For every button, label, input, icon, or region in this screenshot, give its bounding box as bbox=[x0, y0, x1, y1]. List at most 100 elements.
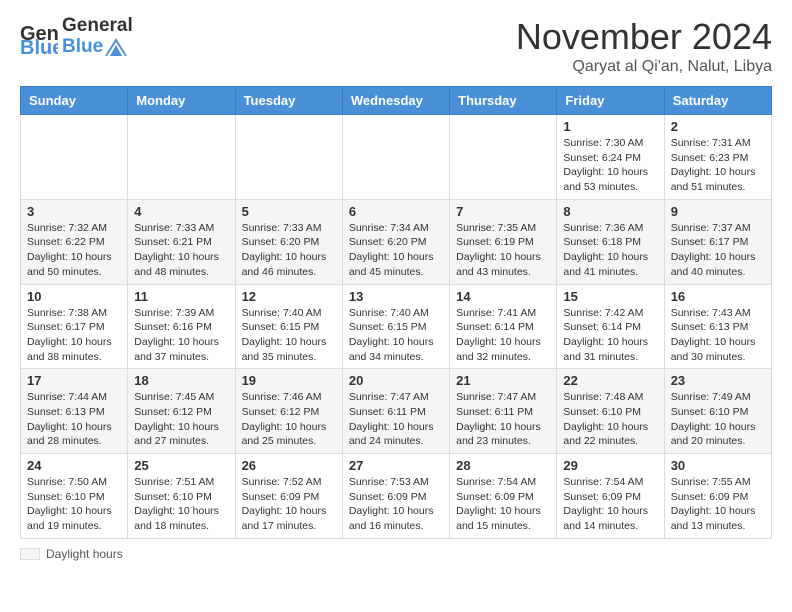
calendar-cell: 17 Sunrise: 7:44 AM Sunset: 6:13 PM Dayli… bbox=[21, 369, 128, 454]
day-info: Sunrise: 7:38 AM Sunset: 6:17 PM Dayligh… bbox=[27, 306, 121, 365]
calendar-cell: 28 Sunrise: 7:54 AM Sunset: 6:09 PM Dayli… bbox=[450, 454, 557, 539]
day-info: Sunrise: 7:30 AM Sunset: 6:24 PM Dayligh… bbox=[563, 136, 657, 195]
calendar-week-2: 10 Sunrise: 7:38 AM Sunset: 6:17 PM Dayli… bbox=[21, 284, 772, 369]
day-number: 28 bbox=[456, 458, 550, 473]
day-number: 29 bbox=[563, 458, 657, 473]
day-number: 8 bbox=[563, 204, 657, 219]
logo-arrow-icon bbox=[105, 38, 127, 56]
calendar-cell bbox=[342, 115, 449, 200]
calendar-cell: 18Sunrise: 7:45 AM Sunset: 6:12 PM Dayli… bbox=[128, 369, 235, 454]
col-monday: Monday bbox=[128, 87, 235, 115]
day-number: 13 bbox=[349, 289, 443, 304]
day-info: Sunrise: 7:47 AM Sunset: 6:11 PM Dayligh… bbox=[349, 390, 443, 449]
day-info: Sunrise: 7:55 AM Sunset: 6:09 PM Dayligh… bbox=[671, 475, 765, 534]
month-title: November 2024 bbox=[516, 16, 772, 58]
calendar-cell: 4Sunrise: 7:33 AM Sunset: 6:21 PM Daylig… bbox=[128, 199, 235, 284]
day-number: 22 bbox=[563, 373, 657, 388]
col-sunday: Sunday bbox=[21, 87, 128, 115]
col-thursday: Thursday bbox=[450, 87, 557, 115]
day-info: Sunrise: 7:47 AM Sunset: 6:11 PM Dayligh… bbox=[456, 390, 550, 449]
day-info: Sunrise: 7:48 AM Sunset: 6:10 PM Dayligh… bbox=[563, 390, 657, 449]
calendar-cell: 29 Sunrise: 7:54 AM Sunset: 6:09 PM Dayli… bbox=[557, 454, 664, 539]
day-info: Sunrise: 7:32 AM Sunset: 6:22 PM Dayligh… bbox=[27, 221, 121, 280]
calendar-cell: 15Sunrise: 7:42 AM Sunset: 6:14 PM Dayli… bbox=[557, 284, 664, 369]
calendar-cell: 19Sunrise: 7:46 AM Sunset: 6:12 PM Dayli… bbox=[235, 369, 342, 454]
day-info: Sunrise: 7:42 AM Sunset: 6:14 PM Dayligh… bbox=[563, 306, 657, 365]
calendar-cell: 25Sunrise: 7:51 AM Sunset: 6:10 PM Dayli… bbox=[128, 454, 235, 539]
page-container: General Blue General Blue bbox=[0, 0, 792, 577]
legend: Daylight hours bbox=[20, 547, 772, 561]
day-info: Sunrise: 7:39 AM Sunset: 6:16 PM Dayligh… bbox=[134, 306, 228, 365]
day-number: 24 bbox=[27, 458, 121, 473]
calendar-cell bbox=[235, 115, 342, 200]
day-number: 23 bbox=[671, 373, 765, 388]
calendar-cell: 2Sunrise: 7:31 AM Sunset: 6:23 PM Daylig… bbox=[664, 115, 771, 200]
day-number: 7 bbox=[456, 204, 550, 219]
calendar-body: 1 Sunrise: 7:30 AM Sunset: 6:24 PM Daylig… bbox=[21, 115, 772, 539]
day-number: 27 bbox=[349, 458, 443, 473]
day-number: 11 bbox=[134, 289, 228, 304]
day-info: Sunrise: 7:44 AM Sunset: 6:13 PM Dayligh… bbox=[27, 390, 121, 449]
logo-blue: Blue bbox=[62, 37, 103, 58]
calendar-cell: 20Sunrise: 7:47 AM Sunset: 6:11 PM Dayli… bbox=[342, 369, 449, 454]
calendar-cell: 7 Sunrise: 7:35 AM Sunset: 6:19 PM Daylig… bbox=[450, 199, 557, 284]
calendar-cell: 13 Sunrise: 7:40 AM Sunset: 6:15 PM Dayli… bbox=[342, 284, 449, 369]
day-info: Sunrise: 7:54 AM Sunset: 6:09 PM Dayligh… bbox=[563, 475, 657, 534]
col-friday: Friday bbox=[557, 87, 664, 115]
calendar-cell bbox=[21, 115, 128, 200]
logo-general: General bbox=[62, 16, 133, 37]
calendar-cell: 23 Sunrise: 7:49 AM Sunset: 6:10 PM Dayli… bbox=[664, 369, 771, 454]
calendar-cell: 3 Sunrise: 7:32 AM Sunset: 6:22 PM Daylig… bbox=[21, 199, 128, 284]
day-number: 14 bbox=[456, 289, 550, 304]
day-number: 30 bbox=[671, 458, 765, 473]
day-number: 3 bbox=[27, 204, 121, 219]
day-number: 12 bbox=[242, 289, 336, 304]
calendar-week-3: 17 Sunrise: 7:44 AM Sunset: 6:13 PM Dayli… bbox=[21, 369, 772, 454]
day-number: 17 bbox=[27, 373, 121, 388]
day-info: Sunrise: 7:40 AM Sunset: 6:15 PM Dayligh… bbox=[242, 306, 336, 365]
calendar-cell: 26Sunrise: 7:52 AM Sunset: 6:09 PM Dayli… bbox=[235, 454, 342, 539]
legend-box bbox=[20, 548, 40, 560]
header-row: Sunday Monday Tuesday Wednesday Thursday… bbox=[21, 87, 772, 115]
calendar-cell bbox=[128, 115, 235, 200]
logo: General Blue General Blue bbox=[20, 16, 133, 58]
calendar-cell: 21 Sunrise: 7:47 AM Sunset: 6:11 PM Dayli… bbox=[450, 369, 557, 454]
calendar-cell: 5 Sunrise: 7:33 AM Sunset: 6:20 PM Daylig… bbox=[235, 199, 342, 284]
day-info: Sunrise: 7:52 AM Sunset: 6:09 PM Dayligh… bbox=[242, 475, 336, 534]
logo-icon: General Blue bbox=[20, 18, 58, 56]
day-info: Sunrise: 7:41 AM Sunset: 6:14 PM Dayligh… bbox=[456, 306, 550, 365]
day-number: 1 bbox=[563, 119, 657, 134]
day-number: 6 bbox=[349, 204, 443, 219]
calendar-cell: 12 Sunrise: 7:40 AM Sunset: 6:15 PM Dayli… bbox=[235, 284, 342, 369]
svg-text:Blue: Blue bbox=[20, 37, 58, 56]
day-info: Sunrise: 7:33 AM Sunset: 6:20 PM Dayligh… bbox=[242, 221, 336, 280]
day-number: 19 bbox=[242, 373, 336, 388]
calendar-week-4: 24 Sunrise: 7:50 AM Sunset: 6:10 PM Dayli… bbox=[21, 454, 772, 539]
day-info: Sunrise: 7:50 AM Sunset: 6:10 PM Dayligh… bbox=[27, 475, 121, 534]
day-info: Sunrise: 7:40 AM Sunset: 6:15 PM Dayligh… bbox=[349, 306, 443, 365]
calendar-cell: 9Sunrise: 7:37 AM Sunset: 6:17 PM Daylig… bbox=[664, 199, 771, 284]
day-info: Sunrise: 7:31 AM Sunset: 6:23 PM Dayligh… bbox=[671, 136, 765, 195]
day-info: Sunrise: 7:54 AM Sunset: 6:09 PM Dayligh… bbox=[456, 475, 550, 534]
calendar-week-0: 1 Sunrise: 7:30 AM Sunset: 6:24 PM Daylig… bbox=[21, 115, 772, 200]
day-number: 5 bbox=[242, 204, 336, 219]
day-info: Sunrise: 7:53 AM Sunset: 6:09 PM Dayligh… bbox=[349, 475, 443, 534]
day-number: 4 bbox=[134, 204, 228, 219]
calendar-cell: 6Sunrise: 7:34 AM Sunset: 6:20 PM Daylig… bbox=[342, 199, 449, 284]
calendar-cell: 11 Sunrise: 7:39 AM Sunset: 6:16 PM Dayli… bbox=[128, 284, 235, 369]
day-number: 9 bbox=[671, 204, 765, 219]
calendar-header: Sunday Monday Tuesday Wednesday Thursday… bbox=[21, 87, 772, 115]
day-number: 21 bbox=[456, 373, 550, 388]
calendar-week-1: 3 Sunrise: 7:32 AM Sunset: 6:22 PM Daylig… bbox=[21, 199, 772, 284]
title-section: November 2024 Qaryat al Qi'an, Nalut, Li… bbox=[516, 16, 772, 76]
day-info: Sunrise: 7:35 AM Sunset: 6:19 PM Dayligh… bbox=[456, 221, 550, 280]
calendar-cell: 1 Sunrise: 7:30 AM Sunset: 6:24 PM Daylig… bbox=[557, 115, 664, 200]
day-number: 10 bbox=[27, 289, 121, 304]
header: General Blue General Blue bbox=[20, 16, 772, 76]
col-saturday: Saturday bbox=[664, 87, 771, 115]
day-number: 16 bbox=[671, 289, 765, 304]
day-info: Sunrise: 7:49 AM Sunset: 6:10 PM Dayligh… bbox=[671, 390, 765, 449]
calendar-cell: 27 Sunrise: 7:53 AM Sunset: 6:09 PM Dayli… bbox=[342, 454, 449, 539]
day-number: 18 bbox=[134, 373, 228, 388]
logo-wrapper: General Blue General Blue bbox=[20, 16, 133, 58]
